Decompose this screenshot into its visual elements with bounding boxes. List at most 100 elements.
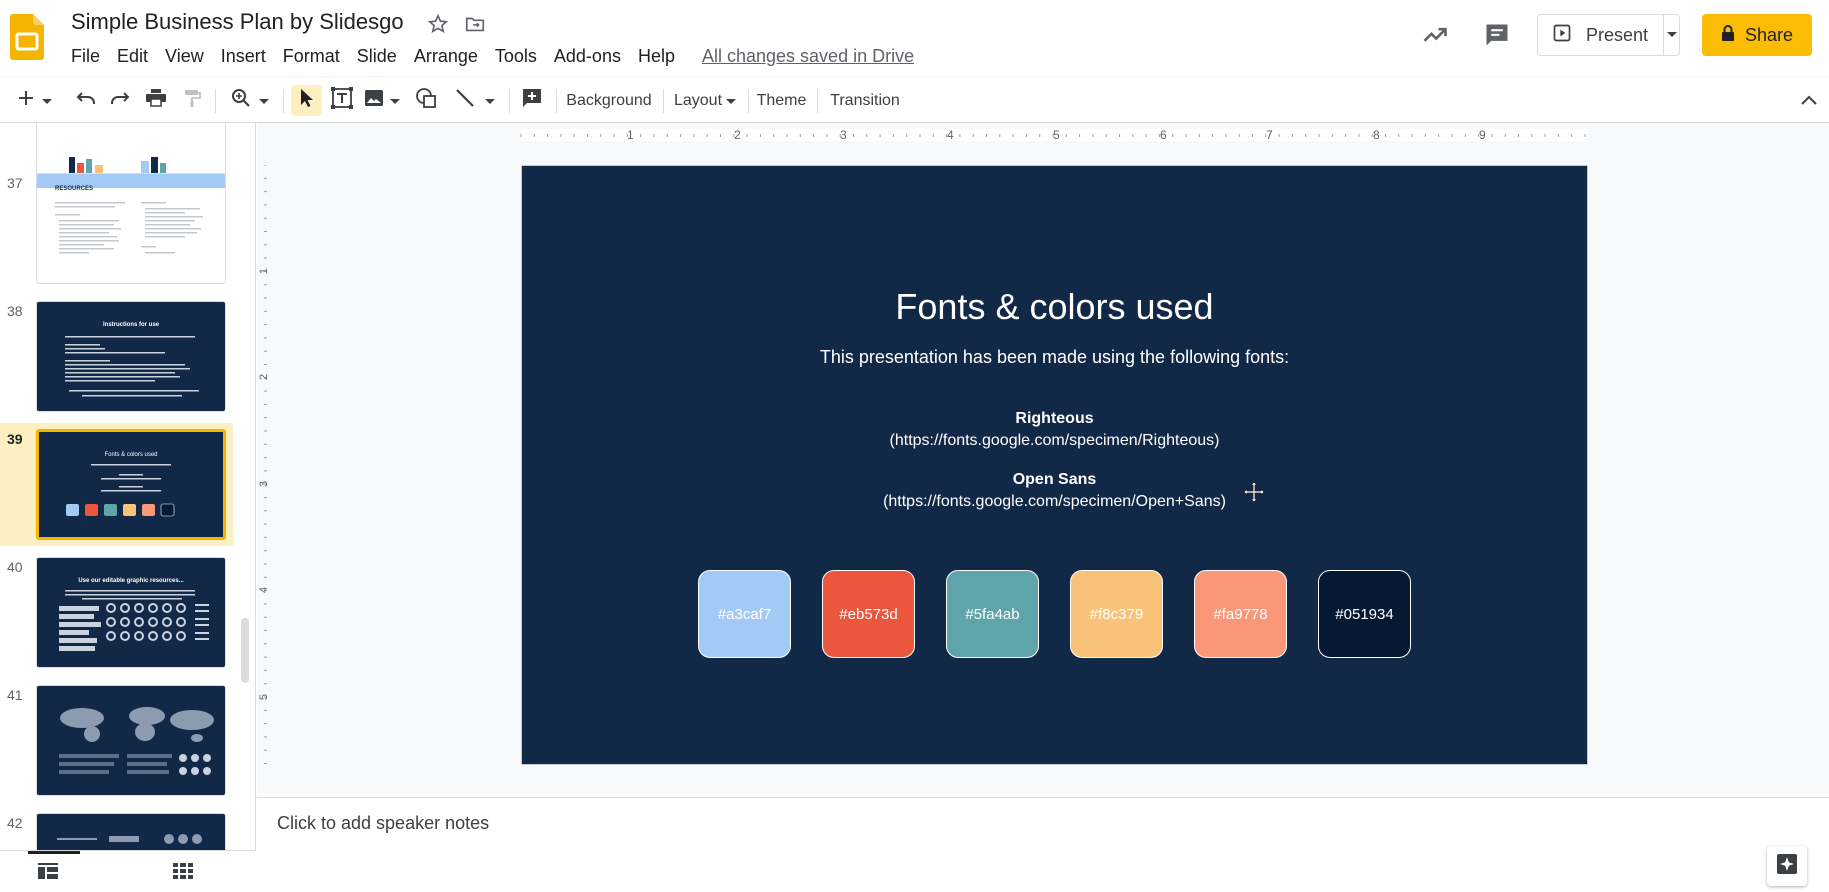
color-swatch[interactable]: #f8c379: [1070, 570, 1163, 658]
color-swatch[interactable]: #a3caf7: [698, 570, 791, 658]
new-slide-button[interactable]: [12, 85, 58, 116]
speaker-notes-panel[interactable]: Click to add speaker notes: [257, 797, 1829, 892]
move-cursor-icon: [1243, 481, 1265, 508]
ruler-label: 3: [258, 480, 271, 488]
ruler-label: 4: [258, 586, 271, 594]
menu-format[interactable]: Format: [283, 46, 340, 67]
thumb-title: Instructions for use: [102, 322, 159, 328]
notes-resize-handle[interactable]: [1030, 789, 1060, 801]
font-url-righteous[interactable]: (https://fonts.google.com/specimen/Right…: [522, 432, 1587, 450]
comments-icon[interactable]: [1480, 18, 1514, 52]
ruler-label: 1: [627, 128, 634, 142]
menu-view[interactable]: View: [165, 46, 204, 67]
color-swatch[interactable]: #eb573d: [822, 570, 915, 658]
font-name-righteous[interactable]: Righteous: [522, 410, 1587, 428]
paint-format-button[interactable]: [178, 85, 206, 116]
slide-filmstrip: 37 RESOURCES 38 Instructions for use 39 …: [0, 123, 256, 850]
zoom-button[interactable]: [226, 85, 274, 116]
slide-thumbnail-40[interactable]: 40 Use our editable graphic resources...: [0, 557, 233, 679]
plus-icon: [18, 90, 34, 111]
shape-button[interactable]: [411, 85, 441, 116]
thumb-title: RESOURCES: [55, 186, 94, 192]
slide-number: 42: [7, 815, 23, 831]
collapse-menus-button[interactable]: [1797, 85, 1821, 116]
insert-image-button[interactable]: [362, 85, 402, 116]
menu-file[interactable]: File: [71, 46, 100, 67]
toolbar: Background Layout Theme Transition: [0, 76, 1829, 123]
slide-thumbnail-37[interactable]: 37 RESOURCES: [0, 173, 233, 295]
filmstrip-view-button[interactable]: [38, 863, 58, 884]
filmstrip-view-icon: [38, 863, 58, 883]
ruler-label: 6: [1160, 128, 1167, 142]
undo-button[interactable]: [72, 85, 100, 116]
redo-icon: [110, 90, 130, 111]
speaker-notes-placeholder[interactable]: Click to add speaker notes: [277, 813, 489, 834]
grid-view-button[interactable]: [173, 863, 193, 884]
slide-preview: [36, 685, 226, 796]
layout-label: Layout: [673, 91, 723, 109]
present-label: Present: [1586, 24, 1649, 45]
slides-logo-icon[interactable]: [10, 14, 44, 60]
slide-subtitle[interactable]: This presentation has been made using th…: [522, 347, 1587, 368]
image-icon: [364, 89, 384, 112]
activity-trend-icon[interactable]: [1418, 18, 1452, 52]
text-box-button[interactable]: [327, 85, 357, 116]
explore-button[interactable]: [1767, 846, 1807, 886]
color-swatch[interactable]: #051934: [1318, 570, 1411, 658]
ruler-label: 2: [734, 128, 741, 142]
save-status-link[interactable]: All changes saved in Drive: [702, 46, 914, 67]
slide-thumbnail-41[interactable]: 41: [0, 685, 233, 807]
redo-button[interactable]: [106, 85, 134, 116]
slide-thumbnail-38[interactable]: 38 Instructions for use: [0, 301, 233, 423]
menu-insert[interactable]: Insert: [221, 46, 266, 67]
current-slide[interactable]: Fonts & colors used This presentation ha…: [521, 165, 1588, 765]
background-button[interactable]: Background: [562, 85, 656, 116]
background-label: Background: [566, 91, 652, 109]
font-name-open-sans[interactable]: Open Sans: [522, 471, 1587, 489]
caret-down-icon: [42, 92, 52, 110]
document-title[interactable]: Simple Business Plan by Slidesgo: [71, 9, 404, 35]
slide-thumbnail-42[interactable]: 42: [0, 813, 233, 850]
caret-down-icon: [1666, 26, 1678, 44]
star-icon[interactable]: [426, 12, 450, 36]
slide-number: 38: [7, 303, 23, 319]
theme-button[interactable]: Theme: [754, 85, 809, 116]
horizontal-ruler[interactable]: 1 2 3 4 5 6 7 8 9: [264, 128, 1588, 142]
menu-addons[interactable]: Add-ons: [554, 46, 621, 67]
grid-view-icon: [173, 863, 193, 883]
color-swatch[interactable]: #5fa4ab: [946, 570, 1039, 658]
shapes-icon: [415, 87, 437, 114]
menu-slide[interactable]: Slide: [357, 46, 397, 67]
color-swatch[interactable]: #fa9778: [1194, 570, 1287, 658]
slide-number: 37: [7, 175, 23, 191]
ruler-label: 5: [1053, 128, 1060, 142]
add-comment-icon: [522, 88, 542, 113]
move-to-folder-icon[interactable]: [463, 12, 487, 36]
filmstrip-scrollbar[interactable]: [241, 618, 249, 683]
layout-button[interactable]: Layout: [669, 85, 741, 116]
slide-title[interactable]: Fonts & colors used: [522, 286, 1587, 328]
present-button[interactable]: Present: [1538, 15, 1664, 55]
slide-thumbnail-39[interactable]: 39 Fonts & colors used: [0, 429, 233, 551]
printer-icon: [146, 89, 166, 112]
menu-arrange[interactable]: Arrange: [414, 46, 478, 67]
menu-tools[interactable]: Tools: [495, 46, 537, 67]
chevron-up-icon: [1801, 92, 1817, 110]
print-button[interactable]: [142, 85, 170, 116]
lock-icon: [1721, 24, 1735, 47]
vertical-ruler[interactable]: 1 2 3 4 5: [258, 165, 272, 765]
caret-down-icon: [485, 92, 495, 110]
transition-button[interactable]: Transition: [823, 85, 907, 116]
font-url-open-sans[interactable]: (https://fonts.google.com/specimen/Open+…: [522, 493, 1587, 511]
add-comment-button[interactable]: [518, 85, 546, 116]
select-tool-button[interactable]: [291, 85, 322, 116]
present-options-dropdown[interactable]: [1664, 15, 1679, 55]
menu-edit[interactable]: Edit: [117, 46, 148, 67]
line-icon: [455, 88, 475, 113]
share-button[interactable]: Share: [1702, 14, 1812, 56]
line-button[interactable]: [450, 85, 500, 116]
menu-help[interactable]: Help: [638, 46, 675, 67]
zoom-icon: [231, 88, 251, 113]
share-label: Share: [1744, 24, 1794, 45]
thumb-title: Fonts & colors used: [104, 452, 158, 458]
